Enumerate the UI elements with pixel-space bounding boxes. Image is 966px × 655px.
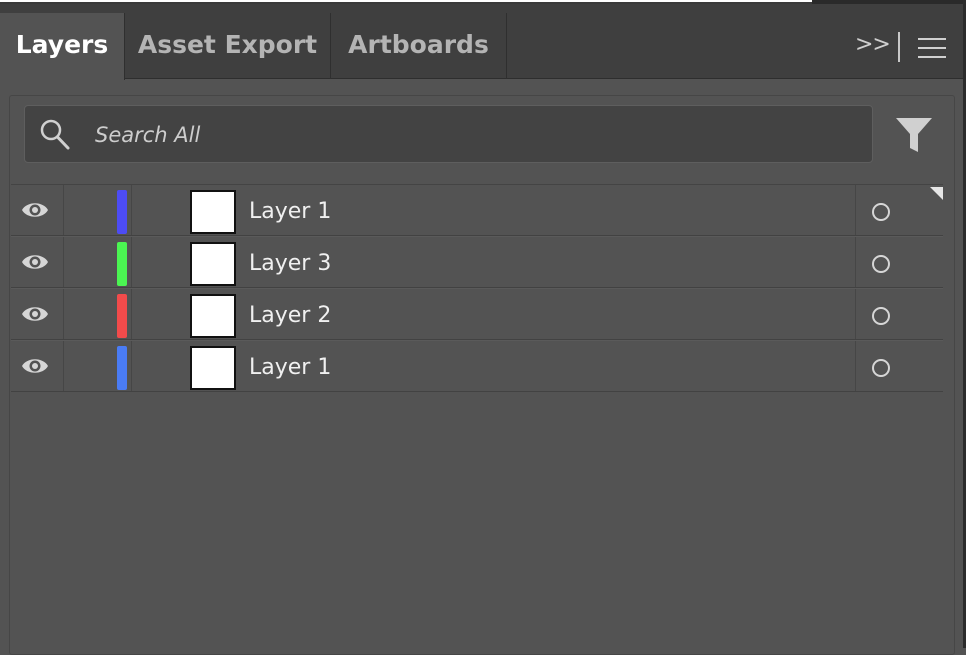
tab-artboards[interactable]: Artboards [331,13,507,79]
layers-list: Layer 1 Layer 3 Layer 2 Layer 1 [11,184,943,392]
visibility-cell[interactable] [11,289,64,339]
layer-name[interactable]: Layer 2 [249,303,331,328]
column-divider [131,341,132,391]
panel-tab-bar: Layers Asset Export Artboards >> [0,4,966,80]
top-edge-highlight [0,0,812,2]
target-cell[interactable] [855,185,944,235]
search-field[interactable]: Search All [24,105,873,163]
layer-color-swatch [117,190,127,234]
target-circle-icon[interactable] [872,203,890,221]
target-cell[interactable] [855,237,944,287]
column-divider [131,289,132,339]
layer-color-swatch [117,346,127,390]
target-circle-icon[interactable] [872,307,890,325]
layer-row[interactable]: Layer 1 [11,184,943,236]
eye-icon[interactable] [21,303,49,325]
visibility-cell[interactable] [11,341,64,391]
column-divider [131,237,132,287]
layer-color-swatch [117,242,127,286]
layer-row[interactable]: Layer 2 [11,288,943,340]
search-icon [40,119,70,150]
layer-name[interactable]: Layer 1 [249,199,331,224]
layer-color-swatch [117,294,127,338]
filter-icon[interactable] [895,116,933,154]
layer-row[interactable]: Layer 1 [11,340,943,392]
tab-layers[interactable]: Layers [0,13,125,80]
layer-thumbnail [190,190,236,234]
target-circle-icon[interactable] [872,359,890,377]
visibility-cell[interactable] [11,185,64,235]
column-divider [131,185,132,235]
layer-thumbnail [190,242,236,286]
visibility-cell[interactable] [11,237,64,287]
eye-icon[interactable] [21,199,49,221]
layer-thumbnail [190,346,236,390]
search-input[interactable]: Search All [95,123,200,147]
lock-cell[interactable] [63,185,115,235]
target-cell[interactable] [855,289,944,339]
selection-corner-icon [930,187,943,200]
layer-name[interactable]: Layer 1 [249,355,331,380]
eye-icon[interactable] [21,355,49,377]
layer-name[interactable]: Layer 3 [249,251,331,276]
lock-cell[interactable] [63,341,115,391]
layer-thumbnail [190,294,236,338]
tab-asset-export[interactable]: Asset Export [125,13,331,79]
hamburger-menu-icon[interactable] [918,38,946,58]
target-circle-icon[interactable] [872,255,890,273]
lock-cell[interactable] [63,237,115,287]
layer-row[interactable]: Layer 3 [11,236,943,288]
double-chevron-right-icon[interactable]: >> [855,32,891,57]
eye-icon[interactable] [21,251,49,273]
target-cell[interactable] [855,341,944,391]
tabbar-divider [898,32,900,62]
lock-cell[interactable] [63,289,115,339]
